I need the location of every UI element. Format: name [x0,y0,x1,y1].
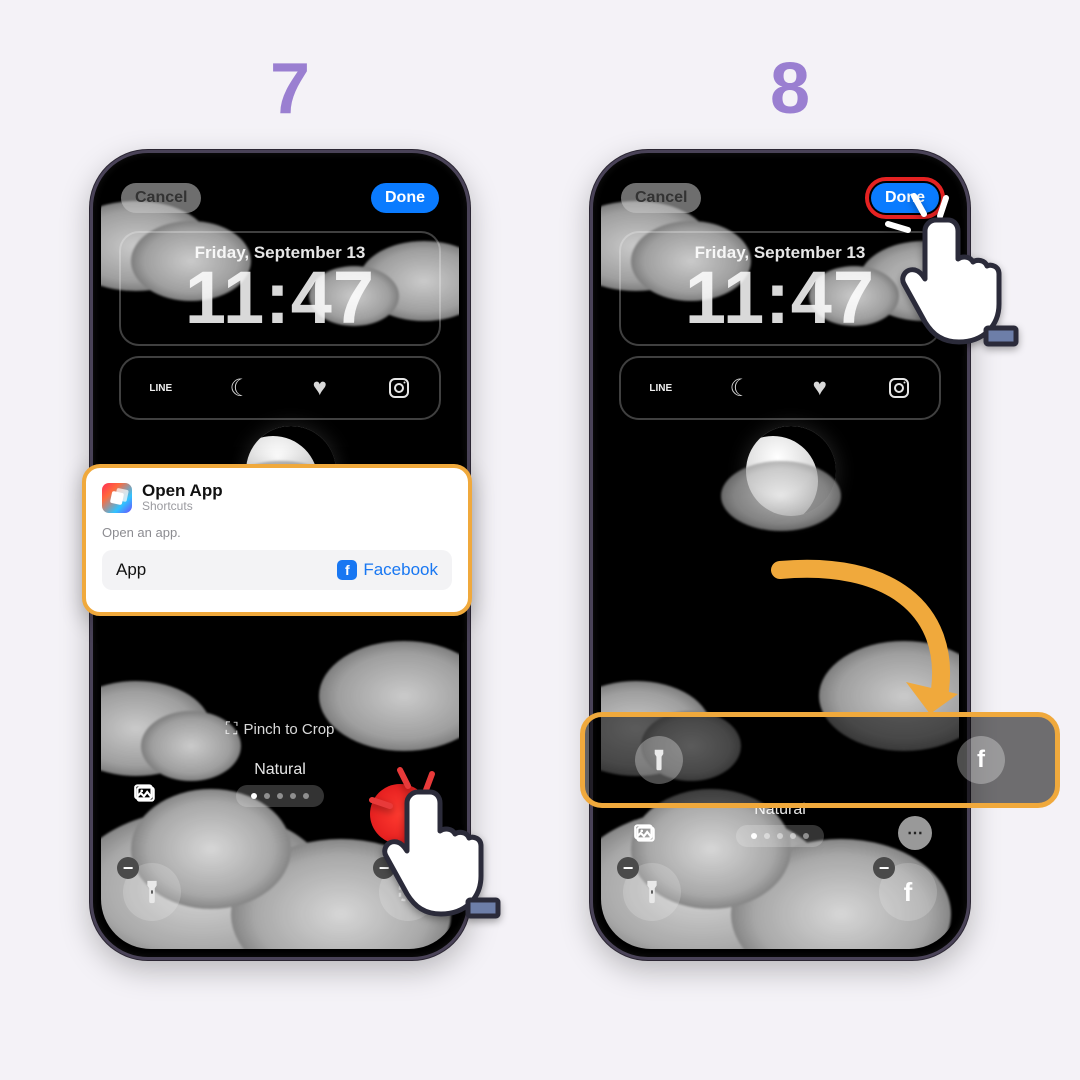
widget-heart[interactable]: ♥ [799,367,841,409]
widget-row[interactable]: LINE ☾ ♥ [119,356,441,420]
quick-action-facebook[interactable]: − f [879,863,937,921]
dot [303,793,309,799]
quick-action-flashlight[interactable] [635,736,683,784]
quick-action-facebook[interactable]: f [957,736,1005,784]
dot [751,833,757,839]
dot [790,833,796,839]
quick-action-flashlight[interactable]: − [623,863,681,921]
dot [803,833,809,839]
arrow-annotation [740,550,970,730]
shortcuts-icon [102,483,132,513]
facebook-icon: f [977,746,985,774]
step-number-7: 7 [270,48,310,130]
dot [290,793,296,799]
quick-action-flashlight[interactable]: − [123,863,181,921]
moon-icon: ☾ [229,374,251,403]
heart-icon: ♥ [313,374,327,402]
dot [277,793,283,799]
popup-row-value-text: Facebook [363,560,438,580]
pinch-text: Pinch to Crop [244,721,335,738]
dot [777,833,783,839]
facebook-icon: f [337,560,357,580]
more-icon: ⋯ [898,816,932,850]
pinch-to-crop-label: ⛶ Pinch to Crop [101,719,459,739]
instagram-icon [887,376,911,400]
editor-nav: Cancel Done [101,183,459,213]
popup-title: Open App [142,482,223,499]
popup-row-value[interactable]: f Facebook [337,560,438,580]
open-app-popup: Open App Shortcuts Open an app. App f Fa… [82,464,472,616]
widget-line[interactable]: LINE [140,367,182,409]
lockscreen-time: 11:47 [121,265,439,332]
date-time-widget[interactable]: Friday, September 13 11:47 [119,231,441,346]
widget-dnd[interactable]: ☾ [719,367,761,409]
widget-dnd[interactable]: ☾ [219,367,261,409]
flashlight-icon [641,879,663,905]
line-icon: LINE [649,383,672,394]
flashlight-icon [649,748,669,772]
done-button[interactable]: Done [371,183,439,213]
photos-picker-button[interactable] [125,773,165,813]
popup-subtitle: Shortcuts [142,499,223,513]
remove-badge[interactable]: − [617,857,639,879]
line-icon: LINE [149,383,172,394]
facebook-icon: f [904,877,913,908]
crop-icon: ⛶ [226,719,238,738]
dot [251,793,257,799]
dot [264,793,270,799]
photos-picker-button[interactable] [625,813,665,853]
popup-description: Open an app. [102,525,452,540]
photos-icon [632,820,658,846]
pointer-hand [360,760,520,935]
remove-badge[interactable]: − [873,857,895,879]
cloud-deco [721,461,841,531]
step-number-8: 8 [770,48,810,130]
more-button[interactable]: ⋯ [895,813,935,853]
cancel-button[interactable]: Cancel [621,183,701,213]
popup-row-label: App [116,560,146,580]
pointer-hand [880,190,1050,375]
flashlight-icon [141,879,163,905]
widget-heart[interactable]: ♥ [299,367,341,409]
widget-instagram[interactable] [378,367,420,409]
heart-icon: ♥ [813,374,827,402]
cancel-button[interactable]: Cancel [121,183,201,213]
popup-app-row[interactable]: App f Facebook [102,550,452,590]
style-dots[interactable] [736,825,824,847]
photos-icon [132,780,158,806]
widget-line[interactable]: LINE [640,367,682,409]
remove-badge[interactable]: − [117,857,139,879]
style-dots[interactable] [236,785,324,807]
instagram-icon [387,376,411,400]
moon-icon: ☾ [729,374,751,403]
dot [764,833,770,839]
